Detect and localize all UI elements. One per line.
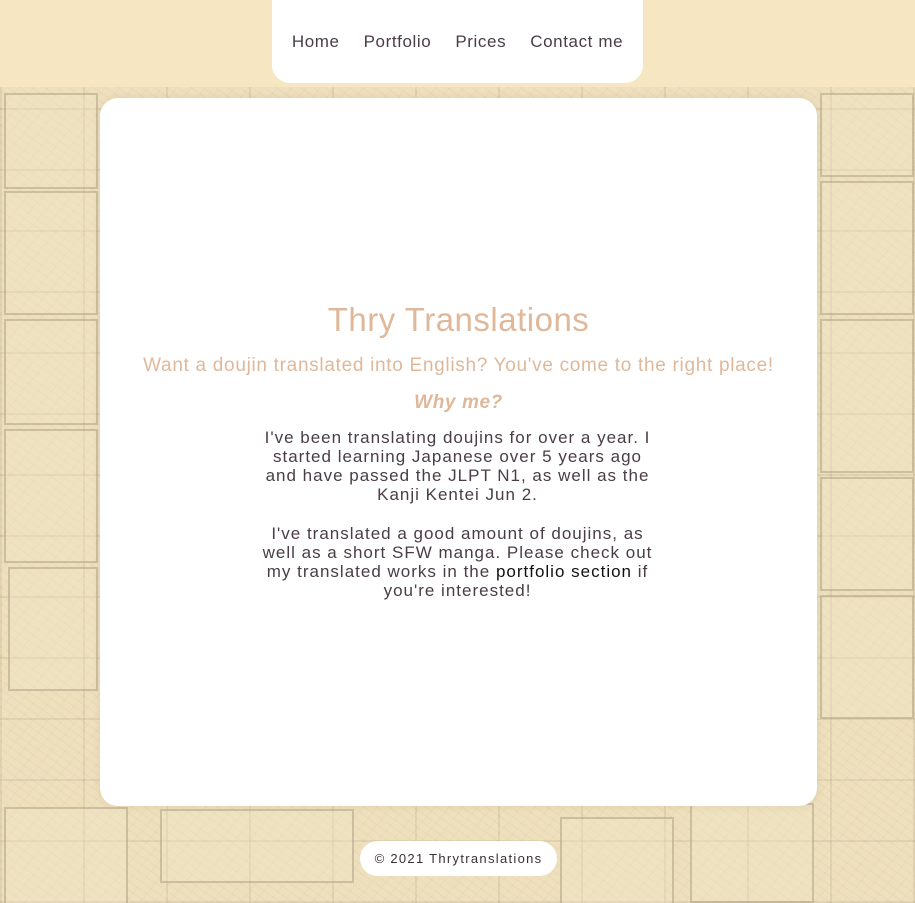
- nav-home[interactable]: Home: [280, 32, 352, 52]
- nav-portfolio[interactable]: Portfolio: [352, 32, 444, 52]
- manga-panel: [820, 477, 914, 591]
- portfolio-section-link[interactable]: portfolio section: [496, 562, 632, 581]
- page-title: Thry Translations: [327, 301, 590, 338]
- manga-panel: [160, 809, 354, 883]
- manga-panel: [4, 93, 98, 189]
- manga-panel: [8, 567, 98, 691]
- manga-panel: [820, 93, 914, 177]
- manga-panel: [690, 803, 814, 903]
- manga-panel: [820, 181, 914, 315]
- manga-panel: [4, 319, 98, 425]
- copyright-text: © 2021 Thrytranslations: [374, 851, 543, 866]
- content-card: Thry Translations Want a doujin translat…: [100, 98, 817, 806]
- manga-panel: [4, 429, 98, 563]
- page-subtitle: Want a doujin translated into English? Y…: [143, 355, 774, 376]
- manga-panel: [820, 319, 914, 473]
- manga-panel: [560, 817, 674, 903]
- intro-paragraph: I've been translating doujins for over a…: [264, 428, 651, 504]
- manga-panel: [4, 191, 98, 315]
- manga-panel: [820, 595, 914, 719]
- manga-panel: [4, 807, 128, 903]
- nav-contact[interactable]: Contact me: [518, 32, 635, 52]
- main-nav: Home Portfolio Prices Contact me: [272, 0, 643, 83]
- nav-prices[interactable]: Prices: [443, 32, 518, 52]
- why-me-heading: Why me?: [414, 392, 503, 413]
- works-paragraph: I've translated a good amount of doujins…: [255, 524, 660, 600]
- footer: © 2021 Thrytranslations: [360, 841, 557, 876]
